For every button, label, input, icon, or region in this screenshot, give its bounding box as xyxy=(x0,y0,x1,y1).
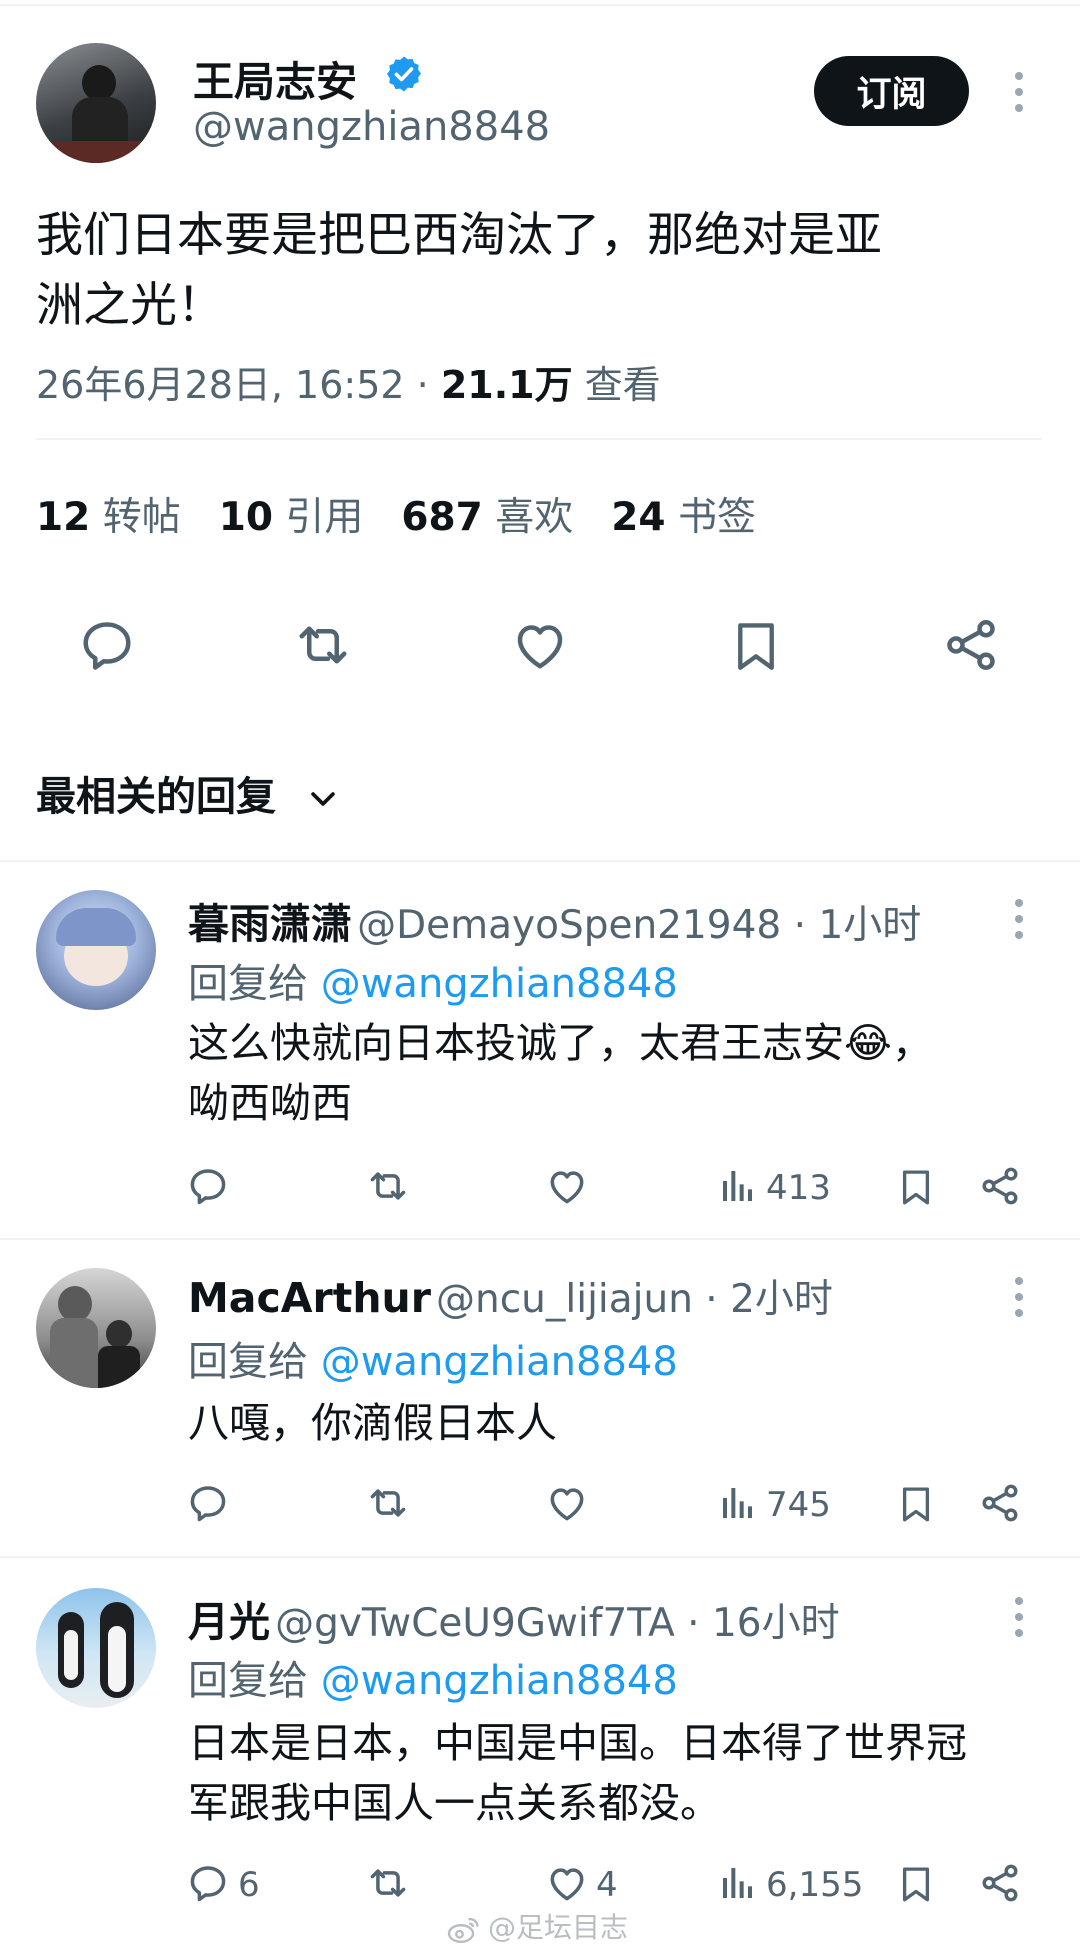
meta-divider xyxy=(36,438,1042,440)
views-count: 21.1万 xyxy=(440,363,573,407)
stats-row: 12 转帖 10 引用 687 喜欢 24 书签 xyxy=(36,486,756,542)
share-icon[interactable] xyxy=(978,1481,1022,1525)
reply-time[interactable]: · 16小时 xyxy=(675,1601,839,1646)
bookmark-icon[interactable] xyxy=(727,615,785,677)
retweet-icon[interactable] xyxy=(364,1164,412,1208)
reply-text-line1: 八嘎，你滴假日本人 xyxy=(188,1399,557,1447)
reply-text-line1: 日本是日本，中国是中国。日本得了世界冠 xyxy=(188,1719,967,1767)
reply-to-label: 回复给 xyxy=(188,1339,308,1385)
subscribe-button[interactable]: 订阅 xyxy=(814,56,969,126)
share-icon[interactable] xyxy=(941,615,1001,675)
tweet-timestamp[interactable]: 26年6月28日, 16:52 xyxy=(36,363,405,407)
reply-to-line: 回复给 @wangzhian8848 xyxy=(188,951,678,1009)
reply-divider xyxy=(0,1238,1080,1240)
reply-icon[interactable] xyxy=(186,1164,230,1208)
reply-icon[interactable] xyxy=(186,1861,230,1905)
views-icon[interactable] xyxy=(718,1861,758,1905)
reply-author-name[interactable]: MacArthur xyxy=(188,1274,431,1322)
bookmark-icon[interactable] xyxy=(895,1481,937,1527)
retweet-icon[interactable] xyxy=(364,1861,412,1905)
like-count: 4 xyxy=(596,1865,618,1905)
like-icon[interactable] xyxy=(509,615,571,675)
tweet-text-line2: 洲之光！ xyxy=(36,278,224,333)
views-count: 745 xyxy=(766,1485,831,1525)
stat-quotes[interactable]: 10 引用 xyxy=(219,495,364,540)
stat-bookmarks[interactable]: 24 书签 xyxy=(611,495,756,540)
reply-to-line: 回复给 @wangzhian8848 xyxy=(188,1648,678,1706)
reply-time[interactable]: · 1小时 xyxy=(781,903,922,948)
reply-avatar[interactable] xyxy=(36,1268,156,1388)
reply-header: 月光 @gvTwCeU9Gwif7TA · 16小时 xyxy=(188,1588,840,1648)
reply-count: 6 xyxy=(238,1865,260,1905)
bookmark-icon[interactable] xyxy=(895,1861,937,1907)
reply-to-handle[interactable]: @wangzhian8848 xyxy=(321,1339,678,1385)
views-count: 413 xyxy=(766,1168,831,1208)
like-icon[interactable] xyxy=(544,1164,590,1208)
bookmark-icon[interactable] xyxy=(895,1164,937,1210)
reply-to-handle[interactable]: @wangzhian8848 xyxy=(321,961,678,1007)
reply-header: 暮雨潇潇 @DemayoSpen21948 · 1小时 xyxy=(188,890,921,950)
stat-reposts[interactable]: 12 转帖 xyxy=(36,495,181,540)
tweet-meta: 26年6月28日, 16:52 · 21.1万 查看 xyxy=(36,354,661,409)
more-options-icon[interactable] xyxy=(1014,1277,1024,1325)
reply-avatar[interactable] xyxy=(36,1588,156,1708)
reply-time[interactable]: · 2小时 xyxy=(693,1277,833,1322)
retweet-icon[interactable] xyxy=(364,1481,412,1525)
replies-sort-label: 最相关的回复 xyxy=(36,774,276,820)
reply-author-handle[interactable]: @DemayoSpen21948 xyxy=(357,903,781,948)
verified-badge-icon xyxy=(384,54,424,94)
author-handle[interactable]: @wangzhian8848 xyxy=(193,104,550,150)
reply-to-label: 回复给 xyxy=(188,1658,308,1704)
reply-to-label: 回复给 xyxy=(188,961,308,1007)
reply-icon[interactable] xyxy=(77,615,137,675)
more-options-icon[interactable] xyxy=(1014,899,1024,947)
weibo-logo-icon xyxy=(446,1914,482,1944)
author-name[interactable]: 王局志安 xyxy=(193,48,357,108)
replies-sort-dropdown[interactable]: 最相关的回复 xyxy=(36,764,340,822)
reply-text-line2: 呦西呦西 xyxy=(188,1079,352,1127)
reply-author-handle[interactable]: @ncu_lijiajun xyxy=(436,1277,693,1322)
watermark-text: @足坛目志 xyxy=(488,1911,629,1944)
stat-likes[interactable]: 687 喜欢 xyxy=(401,495,573,540)
author-avatar[interactable] xyxy=(36,43,156,163)
reply-to-line: 回复给 @wangzhian8848 xyxy=(188,1329,678,1387)
replies-divider xyxy=(0,860,1080,862)
views-icon[interactable] xyxy=(718,1164,758,1208)
reply-icon[interactable] xyxy=(186,1481,230,1525)
share-icon[interactable] xyxy=(978,1164,1022,1208)
reply-divider xyxy=(0,1556,1080,1558)
share-icon[interactable] xyxy=(978,1861,1022,1905)
more-options-icon[interactable] xyxy=(1014,1597,1024,1645)
reply-author-name[interactable]: 暮雨潇潇 xyxy=(188,900,352,948)
meta-separator: · xyxy=(404,363,441,407)
reply-author-handle[interactable]: @gvTwCeU9Gwif7TA xyxy=(275,1601,675,1646)
watermark: @足坛目志 xyxy=(446,1906,628,1946)
reply-to-handle[interactable]: @wangzhian8848 xyxy=(321,1658,678,1704)
reply-text-line1: 这么快就向日本投诚了，太君王志安😂， xyxy=(188,1019,933,1067)
like-icon[interactable] xyxy=(544,1481,590,1525)
tweet-text-line1: 我们日本要是把巴西淘汰了，那绝对是亚 xyxy=(36,208,882,263)
reply-avatar[interactable] xyxy=(36,890,156,1010)
more-options-icon[interactable] xyxy=(1014,72,1024,120)
views-count: 6,155 xyxy=(766,1865,864,1905)
views-icon[interactable] xyxy=(718,1481,758,1525)
reply-header: MacArthur @ncu_lijiajun · 2小时 xyxy=(188,1268,833,1324)
reply-text-line2: 军跟我中国人一点关系都没。 xyxy=(188,1779,721,1827)
like-icon[interactable] xyxy=(544,1861,590,1905)
chevron-down-icon xyxy=(306,782,340,816)
views-label: 查看 xyxy=(584,363,661,407)
retweet-icon[interactable] xyxy=(291,615,355,675)
top-divider xyxy=(0,4,1080,6)
reply-author-name[interactable]: 月光 xyxy=(188,1598,270,1646)
